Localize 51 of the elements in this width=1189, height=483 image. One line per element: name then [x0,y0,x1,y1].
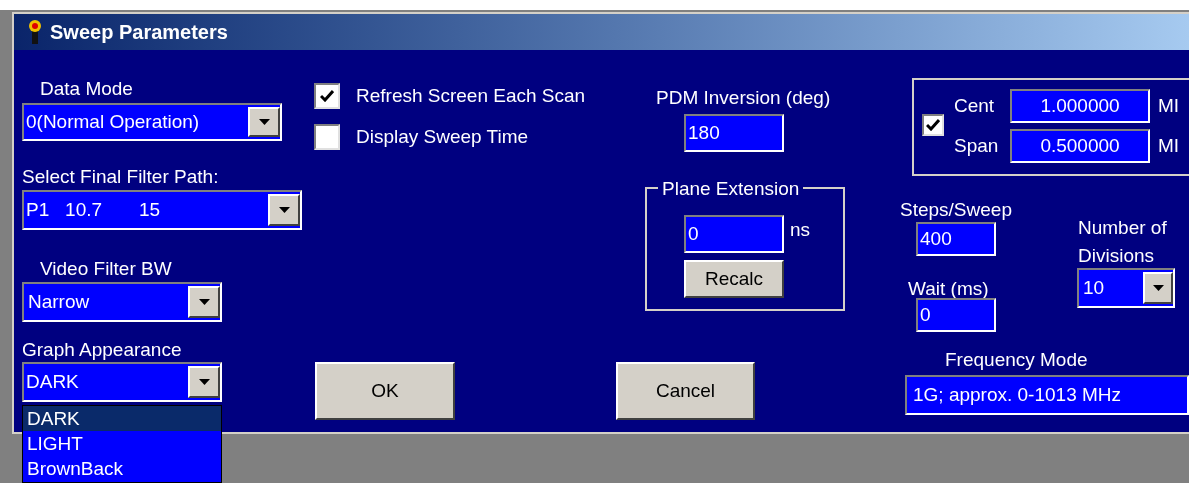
unit-label: MI [1158,93,1180,118]
field-label: Select Final Filter Path: [22,165,219,189]
caret-icon [1152,285,1164,291]
field-label: PDM Inversion (deg) [656,86,831,110]
input-field[interactable]: 0 [916,298,996,332]
dropdown[interactable]: DARK [22,362,222,402]
window-title: Sweep Parameters [50,20,228,45]
input-field[interactable]: 180 [684,114,784,152]
cancel-button[interactable]: Cancel [616,362,755,420]
field-label: Frequency Mode [945,348,1088,372]
dropdown[interactable]: Narrow [22,282,222,322]
caret-icon [198,299,210,305]
checkbox[interactable] [314,123,340,150]
dropdown-arrow-button[interactable] [188,366,220,398]
field-label: Video Filter BW [40,257,172,281]
torch-icon [28,19,42,45]
field-label: Wait (ms) [908,277,989,301]
dropdown-option[interactable]: LIGHT [23,431,221,456]
field-label: Number of Divisions [1078,216,1167,268]
caret-icon [198,379,210,385]
recalc-button[interactable]: Recalc [684,260,784,298]
checkbox-label: Display Sweep Time [356,124,529,149]
checkbox-label: Refresh Screen Each Scan [356,84,586,108]
dropdown[interactable]: P1 10.7 15 [22,190,302,230]
unit-label: MI [1158,133,1180,158]
field-label: Steps/Sweep [900,198,1012,222]
input-field[interactable]: 0 [684,215,784,253]
dropdown-option[interactable]: DARK [23,406,221,431]
dropdown[interactable]: 1G; approx. 0-1013 MHz [905,375,1189,415]
unit-label: ns [790,218,811,242]
field-label: Cent [954,93,996,118]
caret-icon [258,119,270,125]
dropdown-arrow-button[interactable] [268,194,300,226]
caret-icon [278,207,290,213]
ok-button[interactable]: OK [315,362,455,420]
checkbox[interactable] [922,114,944,136]
dropdown[interactable]: 0(Normal Operation) [22,103,282,141]
checkmark-icon [320,90,334,103]
checkbox[interactable] [314,83,340,110]
checkmark-icon [926,119,940,131]
field-label: Span [954,133,1000,158]
dropdown-arrow-button[interactable] [1143,272,1173,304]
input-field[interactable]: 400 [916,222,996,256]
input-field[interactable]: 0.500000 [1010,129,1150,163]
dropdown-arrow-button[interactable] [188,286,220,318]
field-label: Data Mode [40,77,133,101]
dropdown-arrow-button[interactable] [248,107,280,137]
field-label: Graph Appearance [22,338,182,362]
input-field[interactable]: 1.000000 [1010,89,1150,123]
dropdown-option[interactable]: BrownBack [23,456,221,481]
dropdown[interactable]: 10 [1077,268,1175,308]
